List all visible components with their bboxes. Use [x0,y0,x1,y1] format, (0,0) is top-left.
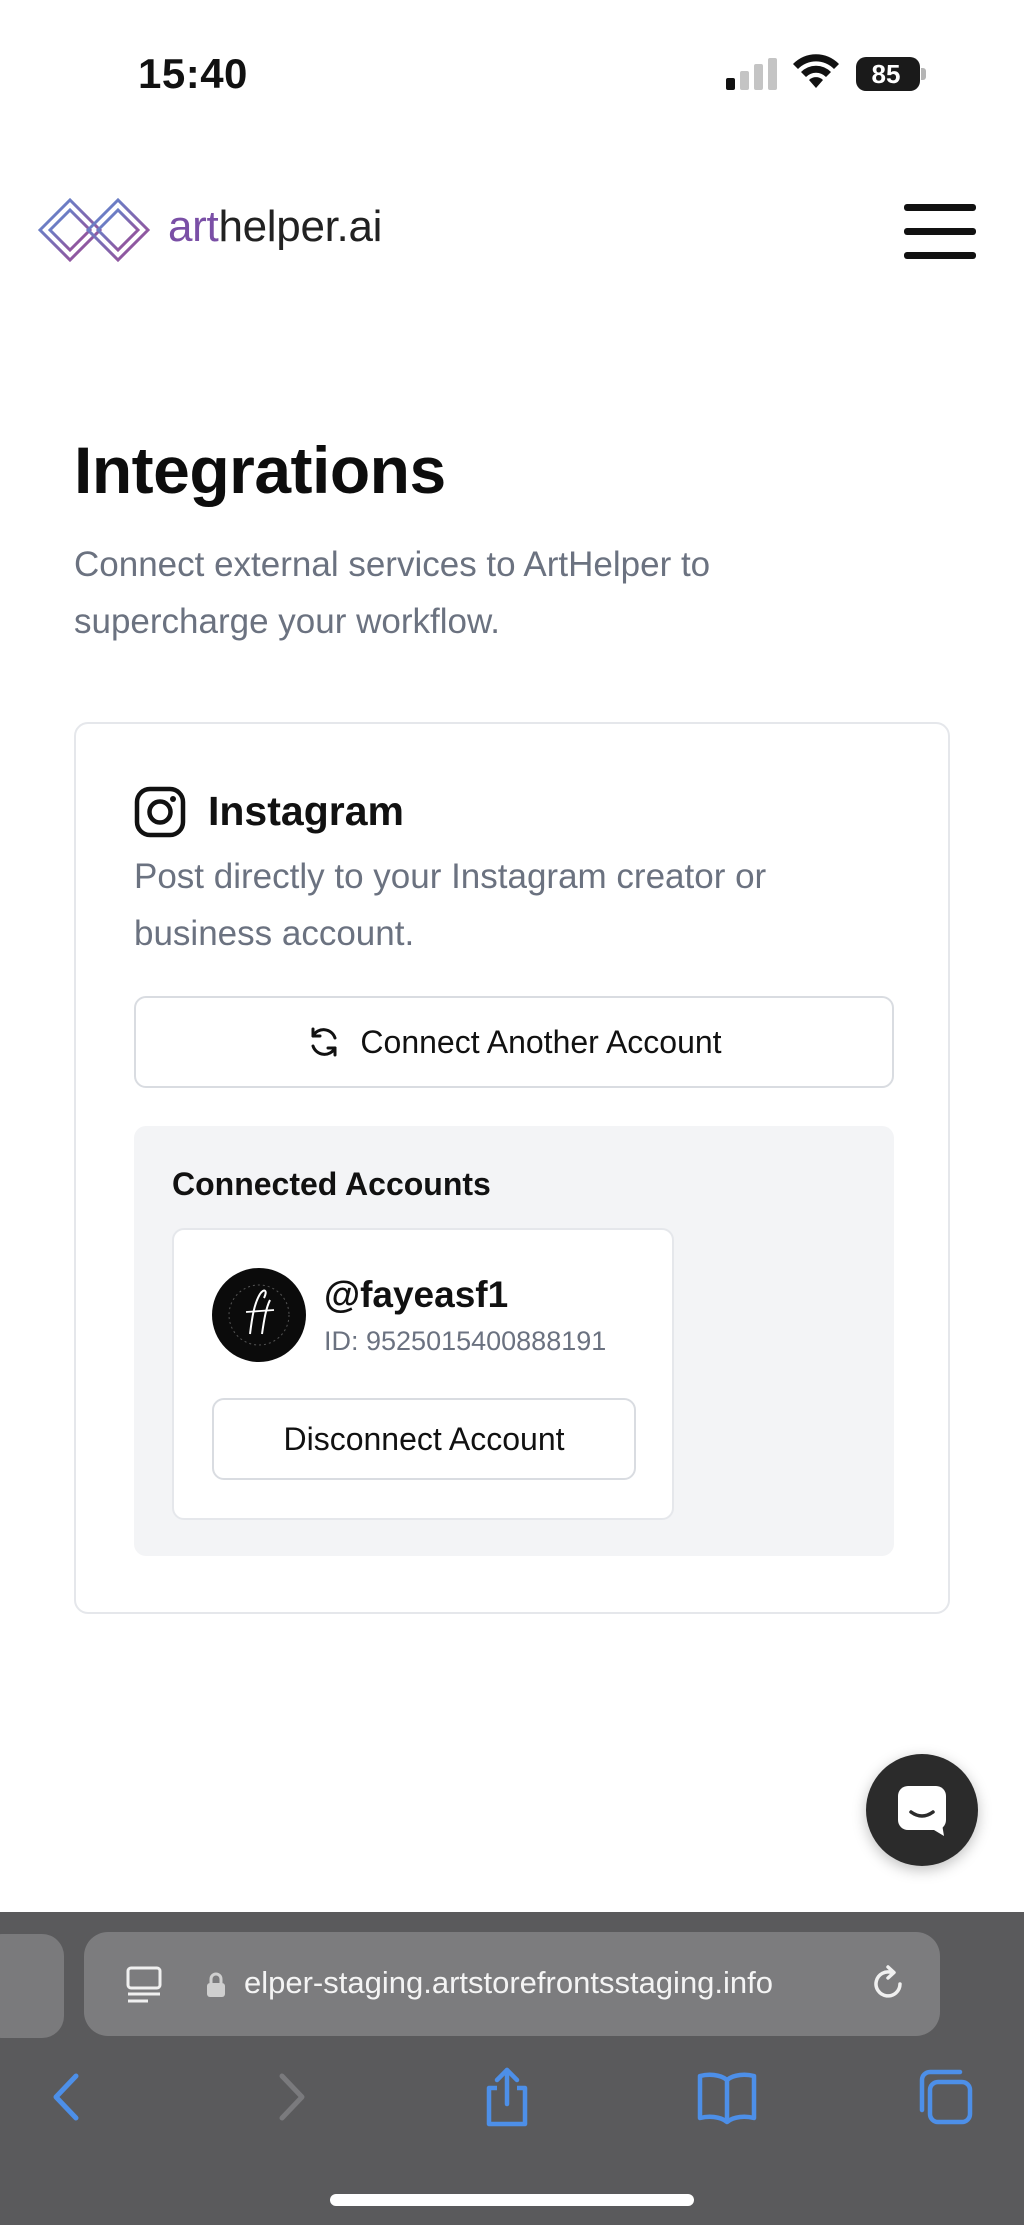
interlocking-diamonds-logo[interactable] [36,188,152,272]
bookmarks-icon[interactable] [692,2062,762,2132]
status-bar: 15:40 85 [0,0,1024,140]
avatar [212,1268,306,1362]
browser-bottom-bar: elper-staging.artstorefrontsstaging.info [0,1912,1024,2225]
account-handle: @fayeasf1 [324,1274,509,1315]
brand-accent: art [168,202,219,251]
site-header: arthelper.ai [0,180,1024,290]
browser-toolbar [0,2062,1024,2152]
wifi-icon [793,54,839,88]
instagram-icon [134,786,186,838]
address-bar[interactable]: elper-staging.artstorefrontsstaging.info [84,1932,940,2036]
url-text: elper-staging.artstorefrontsstaging.info [244,1965,774,2000]
avatar-monogram-icon [228,1284,290,1346]
battery-icon: 85 [856,57,926,91]
reload-icon[interactable] [866,1962,910,2006]
back-icon[interactable] [32,2062,102,2132]
page-subtitle: Connect external services to ArtHelper t… [74,545,711,641]
chat-support-button[interactable] [866,1754,978,1866]
page-title: Integrations [74,433,446,507]
instagram-integration-card: Instagram Post directly to your Instagra… [74,722,950,1614]
integration-description: Post directly to your Instagram creator … [134,857,767,953]
integration-title: Instagram [208,788,404,834]
chat-icon [898,1786,946,1836]
signal-icon [726,58,777,90]
refresh-icon [311,1027,337,1057]
disconnect-account-button[interactable]: Disconnect Account [212,1398,636,1480]
connected-account-card: @fayeasf1 ID: 9525015400888191 Disconnec… [172,1228,674,1520]
brand-rest: helper.ai [218,202,383,251]
connect-button-label: Connect Another Account [360,1023,722,1060]
tabs-icon[interactable] [910,2062,980,2132]
screen: 15:40 85 arthelper.ai Integrations Conne… [0,0,1024,2225]
account-id: ID: 9525015400888191 [324,1326,607,1356]
share-icon[interactable] [472,2062,542,2132]
brand-name[interactable]: arthelper.ai [168,202,382,252]
previous-tab-preview[interactable] [0,1934,64,2038]
connected-accounts-panel: Connected Accounts @fayeasf1 ID: 9525015… [134,1126,894,1556]
battery-tip [921,68,926,80]
home-indicator[interactable] [330,2194,694,2206]
connected-accounts-heading: Connected Accounts [172,1166,491,1202]
lock-icon [207,1972,225,1997]
status-time: 15:40 [138,50,248,97]
forward-icon[interactable] [256,2062,326,2132]
hamburger-menu-icon[interactable] [904,204,976,260]
battery-level: 85 [871,59,901,89]
connect-another-account-button[interactable]: Connect Another Account [134,996,894,1088]
page-menu-icon[interactable] [124,1964,164,2004]
